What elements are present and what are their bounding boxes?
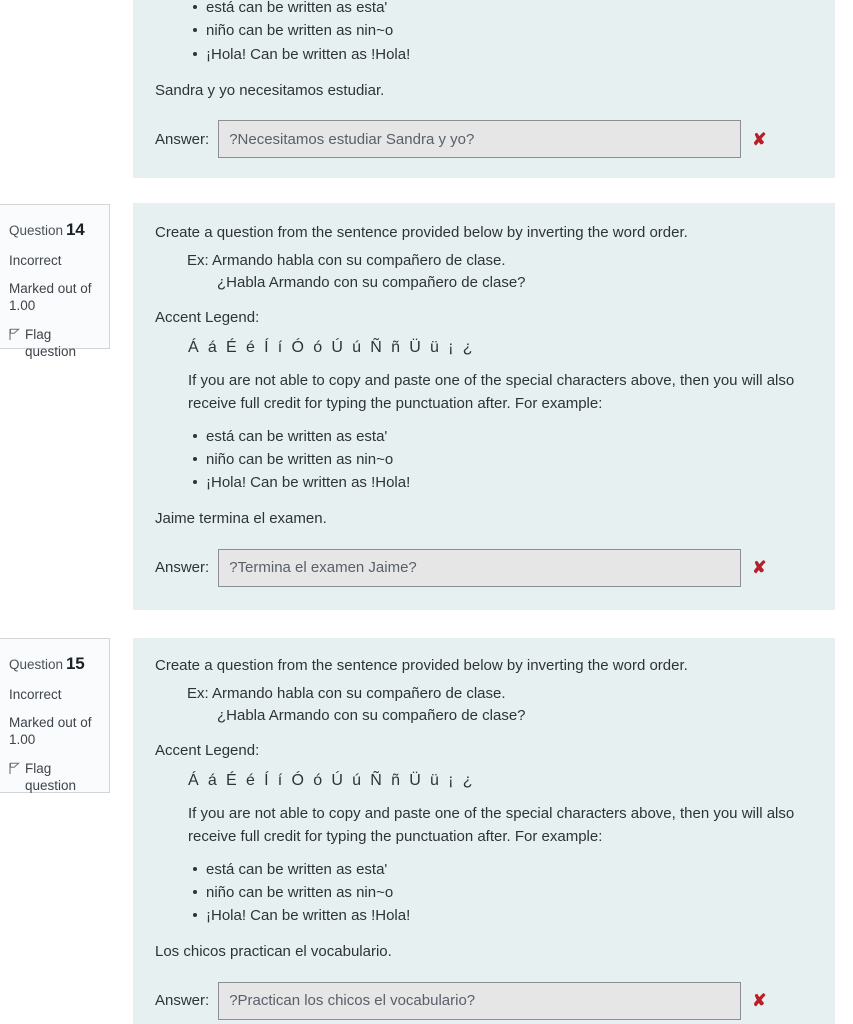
- flag-icon: [9, 762, 20, 775]
- answer-input[interactable]: [218, 981, 742, 1020]
- accent-note-text: If you are not able to copy and paste on…: [188, 804, 795, 845]
- list-item-text: niño can be written as nin~o: [206, 450, 394, 468]
- answer-label: Answer:: [155, 559, 210, 577]
- source-sentence: Sandra y yo necesitamos estudiar.: [155, 81, 385, 99]
- answer-input[interactable]: [218, 120, 742, 159]
- question-number-value: 15: [66, 654, 85, 673]
- list-item-text: ¡Hola! Can be written as !Hola!: [206, 907, 411, 925]
- answer-label: Answer:: [155, 992, 210, 1010]
- source-sentence: Jaime termina el examen.: [155, 510, 327, 528]
- example-answer: ¿Habla Armando con su compañero de clase…: [217, 707, 526, 725]
- list-item-text: está can be written as esta': [206, 860, 388, 878]
- list-item-text: ¡Hola! Can be written as !Hola!: [206, 474, 411, 492]
- list-item-text: está can be written as esta': [206, 427, 388, 445]
- flag-question-label: Flag question: [25, 326, 77, 359]
- flag-question-button[interactable]: Flag question: [9, 760, 97, 795]
- question-block-partial: está can be written as esta' niño can be…: [133, 0, 835, 178]
- incorrect-icon: ✘: [752, 991, 767, 1011]
- answer-row: Answer: ✘: [155, 981, 811, 1020]
- example-answer: ¿Habla Armando con su compañero de clase…: [217, 274, 526, 292]
- accent-legend-characters: Á á É é Í í Ó ó Ú ú Ñ ñ Ü ü ¡ ¿: [188, 771, 475, 789]
- question-number-row: Question 14: [9, 219, 97, 241]
- grade-line-2: 1.00: [9, 298, 36, 314]
- answer-label: Answer:: [155, 130, 210, 148]
- list-item: está can be written as esta': [193, 858, 811, 881]
- example-prompt: Ex: Armando habla con su compañero de cl…: [187, 251, 506, 269]
- list-item-text: está can be written as esta': [206, 0, 388, 16]
- quiz-review-page: está can be written as esta' niño can be…: [0, 0, 853, 1024]
- question-grade: Marked out of 1.00: [9, 280, 97, 315]
- list-item: ¡Hola! Can be written as !Hola!: [193, 904, 811, 927]
- question-info-box-14: Question 14 Incorrect Marked out of 1.00 …: [0, 204, 110, 359]
- accent-note-text: If you are not able to copy and paste on…: [188, 371, 795, 412]
- incorrect-icon: ✘: [752, 129, 767, 149]
- question-number-label: Question: [9, 223, 64, 238]
- accent-example-list: está can be written as esta' niño can be…: [155, 425, 811, 495]
- question-number-value: 14: [66, 220, 85, 239]
- accent-legend-title: Accent Legend:: [155, 309, 260, 327]
- example-block: Ex: Armando habla con su compañero de cl…: [155, 250, 811, 296]
- accent-example-list: está can be written as esta' niño can be…: [155, 0, 811, 66]
- answer-input[interactable]: [218, 548, 742, 587]
- answer-row: Answer: ✘: [155, 548, 811, 587]
- list-item: niño can be written as nin~o: [193, 19, 811, 42]
- question-info-box-15: Question 15 Incorrect Marked out of 1.00 …: [0, 638, 110, 793]
- list-item: está can be written as esta': [193, 0, 811, 19]
- list-item-text: niño can be written as nin~o: [206, 22, 394, 40]
- incorrect-icon: ✘: [752, 558, 767, 578]
- question-state: Incorrect: [9, 686, 62, 702]
- example-prompt: Ex: Armando habla con su compañero de cl…: [187, 684, 506, 702]
- example-block: Ex: Armando habla con su compañero de cl…: [155, 683, 811, 729]
- list-item: ¡Hola! Can be written as !Hola!: [193, 43, 811, 66]
- grade-line-1: Marked out of: [9, 715, 92, 731]
- question-number-label: Question: [9, 657, 64, 672]
- flag-question-button[interactable]: Flag question: [9, 326, 97, 361]
- accent-example-list: está can be written as esta' niño can be…: [155, 858, 811, 928]
- list-item: ¡Hola! Can be written as !Hola!: [193, 471, 811, 494]
- flag-icon: [9, 328, 20, 341]
- list-item: niño can be written as nin~o: [193, 881, 811, 904]
- accent-legend-title: Accent Legend:: [155, 742, 260, 760]
- question-block-15: Create a question from the sentence prov…: [133, 638, 835, 1024]
- list-item: niño can be written as nin~o: [193, 448, 811, 471]
- answer-row: Answer: ✘: [155, 120, 811, 159]
- list-item-text: ¡Hola! Can be written as !Hola!: [206, 45, 411, 63]
- question-state: Incorrect: [9, 252, 62, 268]
- instruction-text: Create a question from the sentence prov…: [155, 657, 688, 674]
- source-sentence: Los chicos practican el vocabulario.: [155, 943, 392, 961]
- question-block-14: Create a question from the sentence prov…: [133, 203, 835, 610]
- list-item: está can be written as esta': [193, 425, 811, 448]
- grade-line-1: Marked out of: [9, 281, 92, 297]
- grade-line-2: 1.00: [9, 732, 36, 748]
- flag-question-label: Flag question: [25, 760, 77, 793]
- list-item-text: niño can be written as nin~o: [206, 883, 394, 901]
- question-grade: Marked out of 1.00: [9, 714, 97, 749]
- question-number-row: Question 15: [9, 653, 97, 675]
- accent-legend-characters: Á á É é Í í Ó ó Ú ú Ñ ñ Ü ü ¡ ¿: [188, 338, 475, 356]
- instruction-text: Create a question from the sentence prov…: [155, 224, 688, 241]
